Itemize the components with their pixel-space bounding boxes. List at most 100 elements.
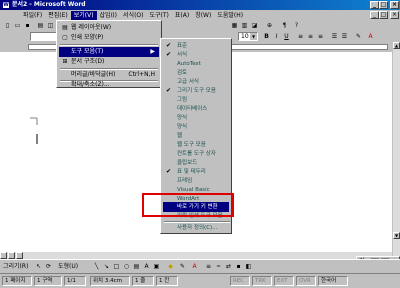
status-ext[interactable]: EXT: [274, 276, 294, 286]
drawing-toolbar: 그리기(R) ↖ ⟳ 도형(U) ╲ ↘ □ ○ ▤ A ▣ ◆ ✎ A ≡ ┅…: [0, 259, 400, 273]
toolbar-item-label: 고급 서식: [177, 79, 199, 85]
numbering-icon[interactable]: ☰: [330, 32, 339, 41]
toolbar-item-label: 표준: [177, 43, 188, 49]
menu-help[interactable]: 도움말(H): [214, 11, 246, 20]
menu-separator: [60, 44, 158, 46]
status-column: 1 칸: [156, 276, 178, 286]
status-page: 1 페이지: [2, 276, 32, 286]
menu-edit[interactable]: 편집(E): [45, 11, 71, 20]
word-app-icon[interactable]: W: [2, 1, 10, 9]
highlight-icon[interactable]: ✎: [354, 32, 363, 41]
print-icon[interactable]: ▤: [36, 21, 45, 30]
save-icon[interactable]: ▪: [23, 21, 32, 30]
underline-icon[interactable]: U: [282, 32, 291, 41]
toolbar-item-label: 양식: [177, 124, 188, 130]
menu-view[interactable]: 보기(V): [70, 10, 97, 20]
oval-icon[interactable]: ○: [122, 262, 131, 271]
toolbar-item-customize[interactable]: 사용자 정의(C)...: [163, 223, 229, 233]
toolbar-item-label: 클립보드: [177, 160, 198, 166]
rectangle-icon[interactable]: □: [112, 262, 121, 271]
help-icon[interactable]: ?: [292, 21, 301, 30]
toolbar-item-label: AutoText: [177, 61, 201, 67]
print-preview-icon[interactable]: ◫: [46, 21, 55, 30]
print-view-icon[interactable]: [16, 252, 23, 259]
toolbar-item-label: 프레임: [177, 178, 193, 184]
view-menu-dropdown: ▤ 웹 레이아웃(W) ▢ 인쇄 모양(P) 도구 모음(T) ▶ ⊞ 문서 구…: [56, 20, 162, 88]
menu-tools[interactable]: 도구(T): [146, 11, 171, 20]
normal-view-icon[interactable]: [0, 252, 7, 259]
bold-icon[interactable]: B: [262, 32, 271, 41]
toolbar-item-label: 웹 도구 모음: [177, 142, 206, 148]
bullets-icon[interactable]: ☰: [340, 32, 349, 41]
draw-menu-button[interactable]: 그리기(R): [3, 262, 28, 271]
menu-item-document-map[interactable]: ⊞ 문서 구조(D): [59, 57, 159, 67]
show-hide-icon[interactable]: ¶: [280, 21, 289, 30]
menu-file[interactable]: 파일(F): [20, 11, 45, 20]
new-document-icon[interactable]: ▯: [3, 21, 12, 30]
scroll-up-icon[interactable]: ▲: [393, 42, 400, 49]
status-ovr[interactable]: OVR: [296, 276, 316, 286]
toolbar-item-label: 데이터베이스: [177, 106, 208, 112]
table-icon[interactable]: ▦: [230, 21, 239, 30]
open-folder-icon[interactable]: ▭: [13, 21, 22, 30]
align-center-icon[interactable]: ≡: [306, 32, 315, 41]
menu-item-zoom[interactable]: 확대/축소(Z)...: [59, 81, 159, 89]
menu-item-header-footer[interactable]: 머리글/바닥글(H) Ctrl+N,H: [59, 70, 159, 80]
clipart-icon[interactable]: ▣: [152, 262, 161, 271]
doc-close-button[interactable]: ×: [390, 11, 399, 19]
window-title: 문서2 - Microsoft Word: [12, 1, 86, 8]
line-icon[interactable]: ╲: [92, 262, 101, 271]
menu-item-shortcut: Ctrl+N,H: [128, 71, 155, 78]
menu-format[interactable]: 서식(O): [120, 11, 146, 20]
menu-item-label: 확대/축소(Z)...: [71, 81, 110, 88]
menu-window[interactable]: 창(W): [192, 11, 214, 20]
submenu-arrow-icon: ▶: [150, 48, 155, 55]
font-size-combo[interactable]: 10 ▼: [238, 32, 258, 41]
wordart-icon[interactable]: A: [142, 262, 151, 271]
maximize-button[interactable]: □: [379, 1, 388, 9]
font-color-icon[interactable]: A: [366, 32, 375, 41]
autoshapes-menu-button[interactable]: 도형(U): [58, 262, 78, 271]
shadow-icon[interactable]: ▪: [234, 262, 243, 271]
status-line: 1 줄: [132, 276, 154, 286]
line-color-icon[interactable]: ✎: [178, 262, 187, 271]
status-bar: 1 페이지 1 구역 1/1 위치 3.4cm 1 줄 1 칸 REC TRK …: [0, 273, 400, 288]
doc-restore-button[interactable]: □: [379, 11, 388, 19]
zoom-icon[interactable]: ⊕: [265, 21, 274, 30]
status-trk[interactable]: TRK: [252, 276, 272, 286]
italic-icon[interactable]: I: [272, 32, 281, 41]
scroll-down-icon[interactable]: ▼: [393, 232, 400, 239]
horizontal-scrollbar[interactable]: [0, 252, 392, 259]
fill-color-icon[interactable]: ◆: [166, 262, 175, 271]
title-bar: W 문서2 - Microsoft Word _ □ ×: [0, 0, 400, 10]
align-right-icon[interactable]: ≡: [316, 32, 325, 41]
chevron-down-icon[interactable]: ▼: [250, 33, 257, 40]
columns-icon[interactable]: ▥: [240, 21, 249, 30]
free-rotate-icon[interactable]: ⟳: [44, 262, 53, 271]
font-color-icon[interactable]: A: [190, 262, 199, 271]
doc-minimize-button[interactable]: _: [370, 11, 379, 19]
menu-item-web-layout[interactable]: ▤ 웹 레이아웃(W): [59, 23, 159, 33]
arrow-style-icon[interactable]: ⇄: [224, 262, 233, 271]
arrow-icon[interactable]: ↘: [102, 262, 111, 271]
3d-icon[interactable]: ◧: [244, 262, 253, 271]
style-combo[interactable]: [30, 32, 58, 41]
toolbar-item-label: 웹: [177, 133, 183, 139]
dash-style-icon[interactable]: ┅: [214, 262, 223, 271]
web-view-icon[interactable]: [8, 252, 15, 259]
minimize-button[interactable]: _: [370, 1, 379, 9]
vertical-scrollbar[interactable]: ▲ ▼: [392, 42, 400, 259]
select-objects-icon[interactable]: ↖: [34, 262, 43, 271]
drawing-icon[interactable]: ◪: [250, 21, 259, 30]
align-left-icon[interactable]: ≡: [296, 32, 305, 41]
textbox-icon[interactable]: ▤: [132, 262, 141, 271]
status-rec[interactable]: REC: [230, 276, 250, 286]
toolbar-item-label: 서식: [177, 52, 188, 58]
menu-insert[interactable]: 삽입(I): [97, 11, 121, 20]
close-button[interactable]: ×: [390, 1, 399, 9]
menu-item-print-layout[interactable]: ▢ 인쇄 모양(P): [59, 33, 159, 43]
menu-item-toolbars[interactable]: 도구 모음(T) ▶: [59, 47, 159, 57]
menu-table[interactable]: 표(A): [172, 11, 192, 20]
toolbar-item-label: 그리기 도구 모음: [177, 88, 216, 94]
line-style-icon[interactable]: ≡: [204, 262, 213, 271]
